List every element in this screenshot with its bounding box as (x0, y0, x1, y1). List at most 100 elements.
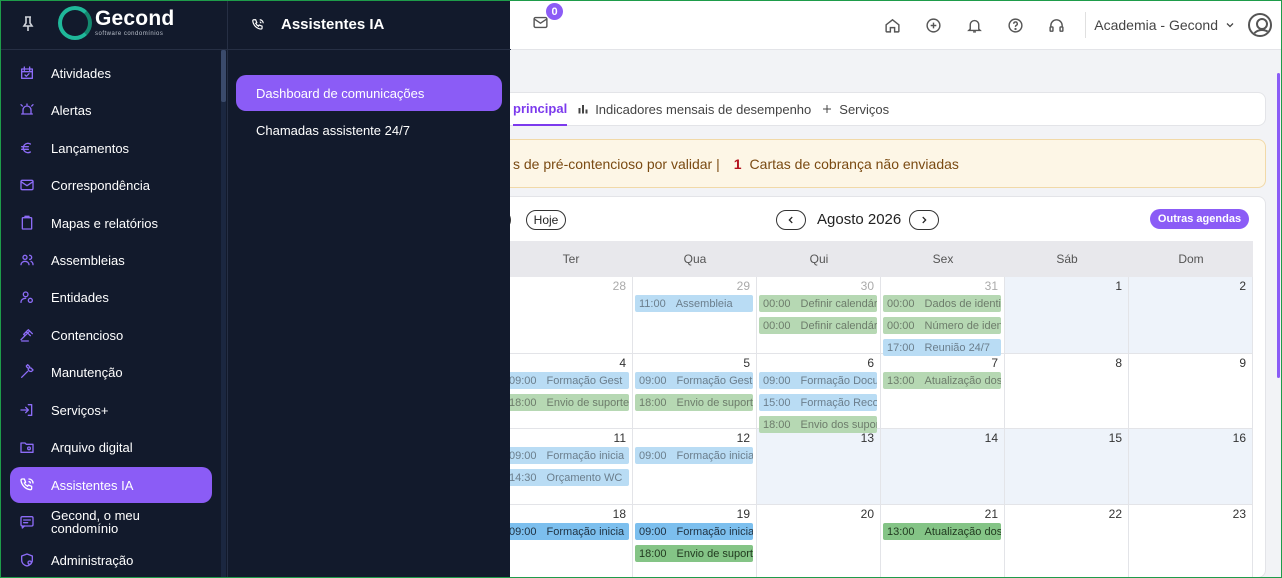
calendar-event[interactable]: 18:00 Envio de suporte (635, 394, 753, 411)
sidebar-item-atividades[interactable]: Atividades (10, 55, 212, 91)
calendar-event[interactable]: 18:00 Envio dos supor (759, 416, 877, 433)
day-cell[interactable]: 7 (881, 354, 1005, 429)
calendar-event[interactable]: 18:00 Envio de suporte (635, 545, 753, 562)
day-number: 19 (736, 507, 750, 521)
calendar-event[interactable]: 14:30 Orçamento WC (505, 469, 629, 486)
day-cell[interactable]: 30 (757, 277, 881, 354)
event-time: 00:00 (763, 297, 791, 310)
sidebar-item-label: Administração (51, 552, 134, 568)
calendar-event[interactable]: 00:00 Número de iden (883, 317, 1001, 334)
sidebar-header: Gecond software condomínios (0, 0, 227, 50)
prev-month-button[interactable] (776, 210, 806, 230)
pin-icon[interactable] (22, 16, 34, 32)
sidebar-item-label: Assistentes IA (51, 477, 134, 493)
calendar-event[interactable]: 09:00 Formação inicia (505, 447, 629, 464)
day-cell[interactable]: 1 (1005, 277, 1129, 354)
calendar-event[interactable]: 00:00 Dados de identi (883, 295, 1001, 312)
event-title: Atualização dos (924, 374, 1001, 387)
sidebar-scrollbar-thumb[interactable] (221, 50, 226, 102)
day-number: 8 (1115, 356, 1122, 370)
day-cell[interactable]: 22 (1005, 505, 1129, 578)
next-month-button[interactable] (909, 210, 939, 230)
calendar-event[interactable]: 09:00 Formação inicia (505, 523, 629, 540)
calendar-event[interactable]: 09:00 Formação Gest (635, 372, 753, 389)
sidebar-item-lan-amentos[interactable]: Lançamentos (10, 130, 212, 166)
phone-icon (19, 477, 35, 493)
sidebar-item-manuten-o[interactable]: Manutenção (10, 354, 212, 390)
day-cell[interactable]: 8 (1005, 354, 1129, 429)
calendar-event[interactable]: 18:00 Envio de suporte (505, 394, 629, 411)
event-title: Envio de suporte (546, 396, 629, 409)
calendar-event[interactable]: 13:00 Atualização dos (883, 523, 1001, 540)
sidebar-item-entidades[interactable]: Entidades (10, 279, 212, 315)
tab-servicos[interactable]: Serviços (821, 92, 889, 126)
event-time: 09:00 (639, 525, 667, 538)
day-cell[interactable]: 21 (881, 505, 1005, 578)
user-avatar-icon[interactable] (1248, 13, 1272, 37)
calendar-event[interactable]: 15:00 Formação Reco (759, 394, 877, 411)
day-cell[interactable]: 19 (633, 505, 757, 578)
day-cell[interactable]: 9 (1129, 354, 1253, 429)
tab-indicadores[interactable]: Indicadores mensais de desempenho (577, 92, 811, 126)
sidebar-item-label: Manutenção (51, 364, 123, 380)
bell-icon[interactable] (954, 10, 995, 40)
help-icon[interactable] (995, 10, 1036, 40)
sidebar-item-assistentes-ia[interactable]: Assistentes IA (10, 467, 212, 503)
tab-principal[interactable]: principal (513, 92, 568, 126)
day-cell[interactable]: 16 (1129, 429, 1253, 505)
other-agendas-button[interactable]: Outras agendas (1150, 209, 1249, 229)
sidebar-item-servi-os[interactable]: Serviços+ (10, 392, 212, 428)
submenu-item-chamadas[interactable]: Chamadas assistente 24/7 (236, 112, 502, 148)
day-cell[interactable]: 15 (1005, 429, 1129, 505)
day-cell[interactable]: 14 (881, 429, 1005, 505)
month-title: Agosto 2026 (817, 211, 902, 228)
calendar-event[interactable]: 11:00 Assembleia (635, 295, 753, 312)
pending-alert: s de pré-contencioso por validar | 1 Car… (500, 139, 1266, 188)
calendar-event[interactable]: 17:00 Reunião 24/7 (883, 339, 1001, 356)
sidebar-item-correspond-ncia[interactable]: Correspondência (10, 167, 212, 203)
event-title: Assembleia (675, 297, 733, 310)
sidebar-item-mapas-e-relat-rios[interactable]: Mapas e relatórios (10, 205, 212, 241)
calendar-event[interactable]: 09:00 Formação Docu (759, 372, 877, 389)
event-title: Envio dos supor (800, 418, 877, 431)
today-button[interactable]: Hoje (526, 210, 566, 230)
day-cell[interactable]: 28 (509, 277, 633, 354)
day-cell[interactable]: 12 (633, 429, 757, 505)
plus-circle-icon[interactable] (913, 10, 954, 40)
day-cell[interactable]: 18 (509, 505, 633, 578)
weekday-label: Sáb (1056, 252, 1078, 266)
sidebar-item-arquivo-digital[interactable]: Arquivo digital (10, 429, 212, 465)
calendar-event[interactable]: 09:00 Formação inicia (635, 447, 753, 464)
sidebar-item-alertas[interactable]: Alertas (10, 92, 212, 128)
alert-text-2[interactable]: Cartas de cobrança não enviadas (750, 156, 959, 172)
day-cell[interactable]: 5 (633, 354, 757, 429)
calendar-event[interactable]: 09:00 Formação Gest (505, 372, 629, 389)
calendar-event[interactable]: 00:00 Definir calendár (759, 295, 877, 312)
sidebar-item-assembleias[interactable]: Assembleias (10, 242, 212, 278)
home-icon[interactable] (872, 10, 913, 40)
event-title: Formação inicia (676, 449, 753, 462)
calendar-event[interactable]: 09:00 Formação inicia (635, 523, 753, 540)
sidebar-item-administra-o[interactable]: Administração (10, 542, 212, 578)
page-scrollbar[interactable] (1277, 73, 1280, 378)
day-cell[interactable]: 13 (757, 429, 881, 505)
day-cell[interactable]: 4 (509, 354, 633, 429)
day-cell[interactable]: 29 (633, 277, 757, 354)
sidebar-item-label: Entidades (51, 289, 109, 305)
sidebar-item-label: Serviços+ (51, 402, 109, 418)
day-cell[interactable]: 2 (1129, 277, 1253, 354)
alert-text-1[interactable]: s de pré-contencioso por validar | (513, 156, 720, 172)
sidebar-item-contencioso[interactable]: Contencioso (10, 317, 212, 353)
submenu-item-dashboard[interactable]: Dashboard de comunicações (236, 75, 502, 111)
day-cell[interactable]: 20 (757, 505, 881, 578)
weekday-label: Dom (1178, 252, 1204, 266)
day-number: 16 (1232, 431, 1246, 445)
day-number: 7 (991, 356, 998, 370)
calendar-event[interactable]: 00:00 Definir calendár (759, 317, 877, 334)
sidebar-item-gecond-o-meu-condom-nio[interactable]: Gecond, o meu condomínio (10, 504, 212, 540)
day-cell[interactable]: 11 (509, 429, 633, 505)
organization-selector[interactable]: Academia - Gecond (1094, 17, 1236, 33)
day-cell[interactable]: 23 (1129, 505, 1253, 578)
headset-icon[interactable] (1036, 10, 1077, 40)
calendar-event[interactable]: 13:00 Atualização dos (883, 372, 1001, 389)
